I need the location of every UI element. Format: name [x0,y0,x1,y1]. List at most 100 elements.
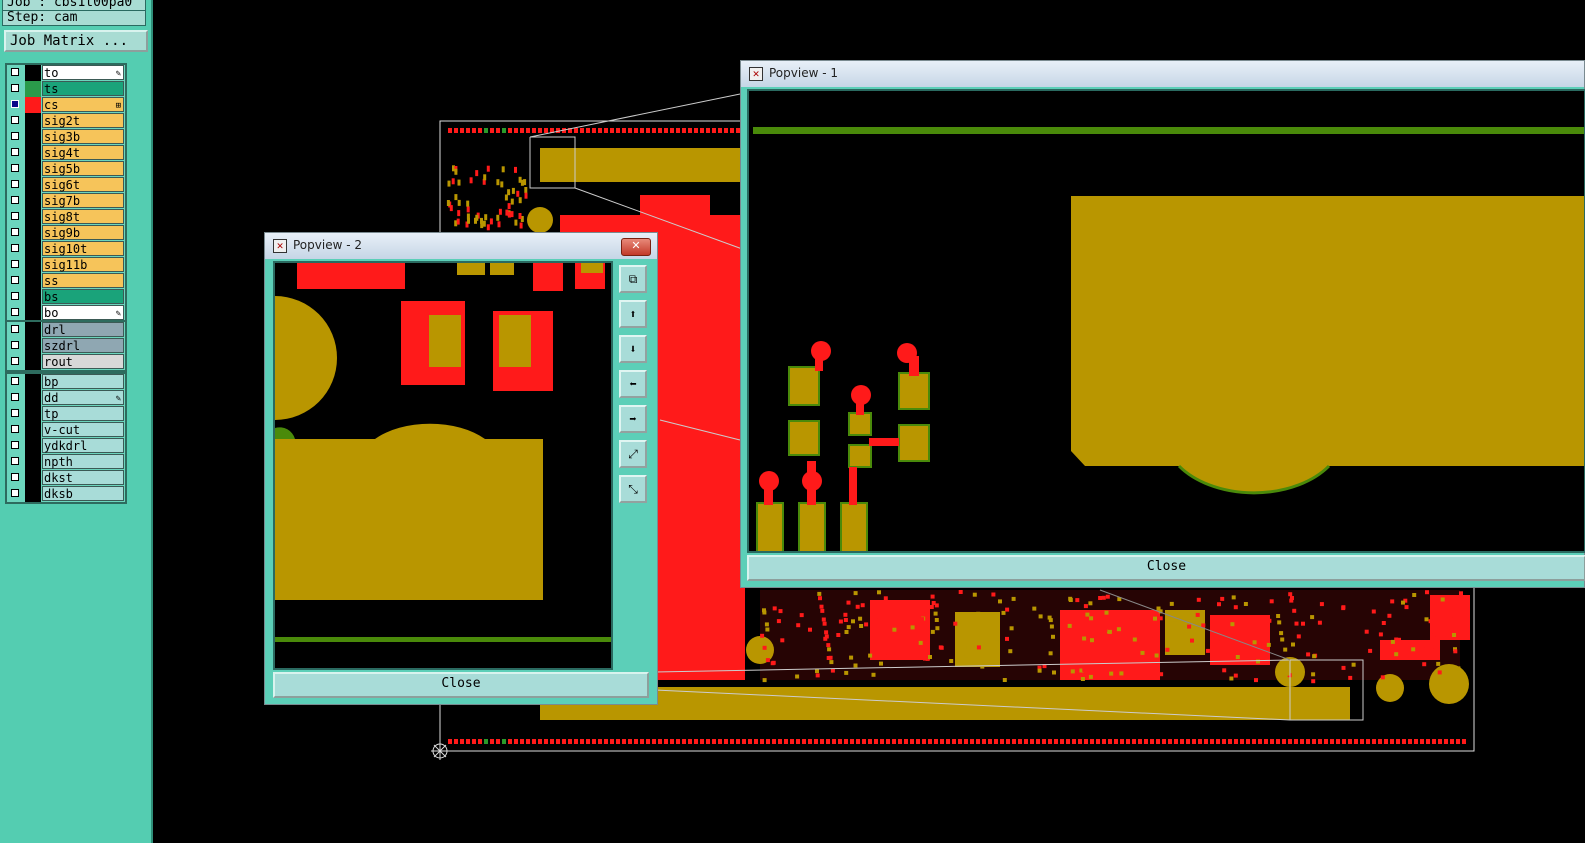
layer-color-swatch[interactable] [25,289,41,305]
layer-name[interactable]: dksb [42,486,124,501]
layer-row-dksb[interactable]: dksb [7,486,125,502]
layer-name[interactable]: sig10t [42,241,124,256]
layer-color-swatch[interactable] [25,305,41,321]
layer-name[interactable]: rout [42,354,124,369]
layer-color-swatch[interactable] [25,422,41,438]
layer-checkbox[interactable] [11,180,19,188]
layer-color-swatch[interactable] [25,454,41,470]
layer-checkbox[interactable] [11,148,19,156]
layer-checkbox[interactable] [11,212,19,220]
layer-checkbox[interactable] [11,308,19,316]
layer-color-swatch[interactable] [25,161,41,177]
layer-color-swatch[interactable] [25,65,41,81]
layer-row-v-cut[interactable]: v-cut [7,422,125,438]
layer-checkbox[interactable] [11,68,19,76]
zoom-window-icon[interactable]: ⧉ [619,265,647,293]
layer-color-swatch[interactable] [25,241,41,257]
layer-row-bs[interactable]: bs [7,289,125,305]
layer-color-swatch[interactable] [25,322,41,338]
layer-checkbox[interactable] [11,260,19,268]
layer-checkbox[interactable] [11,425,19,433]
layer-name[interactable]: sig4t [42,145,124,160]
layer-name[interactable]: to ✎ [42,65,124,80]
popview-1-close-button[interactable]: Close [747,555,1585,581]
layer-name[interactable]: bs [42,289,124,304]
layer-color-swatch[interactable] [25,129,41,145]
layer-row-cs[interactable]: cs ⊞ [7,97,125,113]
layer-row-sig3b[interactable]: sig3b [7,129,125,145]
layer-row-sig4t[interactable]: sig4t [7,145,125,161]
layer-row-sig9b[interactable]: sig9b [7,225,125,241]
layer-name[interactable]: dd ✎ [42,390,124,405]
layer-row-to[interactable]: to ✎ [7,65,125,81]
layer-color-swatch[interactable] [25,209,41,225]
layer-name[interactable]: ydkdrl [42,438,124,453]
layer-name[interactable]: sig6t [42,177,124,192]
layer-row-sig6t[interactable]: sig6t [7,177,125,193]
layer-color-swatch[interactable] [25,438,41,454]
layer-checkbox[interactable] [11,457,19,465]
zoom-in-icon[interactable]: ⤢ [619,440,647,468]
popview-1-titlebar[interactable]: ✕ Popview - 1 [741,61,1584,87]
layer-row-sig10t[interactable]: sig10t [7,241,125,257]
layer-row-bp[interactable]: bp [7,374,125,390]
layer-checkbox[interactable] [11,228,19,236]
layer-checkbox[interactable] [11,132,19,140]
layer-color-swatch[interactable] [25,113,41,129]
layer-color-swatch[interactable] [25,354,41,370]
layer-name[interactable]: sig9b [42,225,124,240]
layer-color-swatch[interactable] [25,374,41,390]
layer-name[interactable]: cs ⊞ [42,97,124,112]
layer-row-sig8t[interactable]: sig8t [7,209,125,225]
layer-name[interactable]: v-cut [42,422,124,437]
layer-row-sig7b[interactable]: sig7b [7,193,125,209]
layer-row-ss[interactable]: ss [7,273,125,289]
layer-checkbox[interactable] [11,276,19,284]
layer-checkbox[interactable] [11,441,19,449]
layer-checkbox[interactable] [11,164,19,172]
layer-checkbox[interactable] [11,473,19,481]
layer-row-sig5b[interactable]: sig5b [7,161,125,177]
layer-name[interactable]: ss [42,273,124,288]
layer-row-ts[interactable]: ts [7,81,125,97]
layer-row-sig2t[interactable]: sig2t [7,113,125,129]
pan-left-icon[interactable]: ⬅ [619,370,647,398]
layer-name[interactable]: drl [42,322,124,337]
layer-checkbox[interactable] [11,409,19,417]
layer-checkbox[interactable] [11,244,19,252]
layer-row-ydkdrl[interactable]: ydkdrl [7,438,125,454]
layer-checkbox[interactable] [11,84,19,92]
layer-checkbox[interactable] [11,100,19,108]
layer-color-swatch[interactable] [25,225,41,241]
layer-name[interactable]: dkst [42,470,124,485]
layer-color-swatch[interactable] [25,390,41,406]
layer-checkbox[interactable] [11,377,19,385]
layer-color-swatch[interactable] [25,177,41,193]
popview-1-viewport[interactable] [747,89,1585,553]
layer-name[interactable]: bp [42,374,124,389]
layer-checkbox[interactable] [11,196,19,204]
layer-checkbox[interactable] [11,489,19,497]
layer-name[interactable]: sig3b [42,129,124,144]
layer-color-swatch[interactable] [25,486,41,502]
layer-checkbox[interactable] [11,393,19,401]
layer-name[interactable]: npth [42,454,124,469]
layer-row-tp[interactable]: tp [7,406,125,422]
window-close-icon[interactable]: ✕ [621,238,651,256]
layer-row-szdrl[interactable]: szdrl [7,338,125,354]
layer-name[interactable]: szdrl [42,338,124,353]
layer-color-swatch[interactable] [25,97,41,113]
layer-color-swatch[interactable] [25,470,41,486]
layer-color-swatch[interactable] [25,273,41,289]
layer-checkbox[interactable] [11,341,19,349]
layer-color-swatch[interactable] [25,145,41,161]
layer-name[interactable]: ts [42,81,124,96]
pan-right-icon[interactable]: ➡ [619,405,647,433]
layer-color-swatch[interactable] [25,338,41,354]
layer-name[interactable]: sig2t [42,113,124,128]
layer-row-bo[interactable]: bo ✎ [7,305,125,321]
job-matrix-button[interactable]: Job Matrix ... [4,30,148,52]
layer-row-rout[interactable]: rout [7,354,125,370]
layer-row-dkst[interactable]: dkst [7,470,125,486]
layer-row-npth[interactable]: npth [7,454,125,470]
